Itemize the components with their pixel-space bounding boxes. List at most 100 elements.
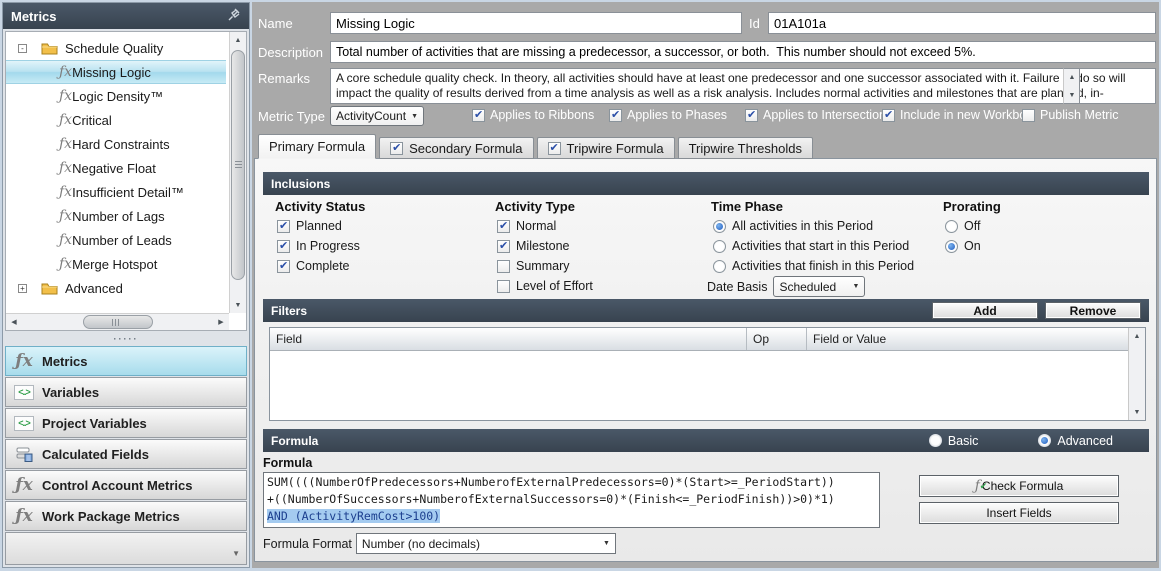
scroll-down-icon[interactable] — [1064, 87, 1080, 103]
metrics-tree: Schedule Quality Missing Logic Logic Den… — [5, 31, 247, 331]
planned-checkbox[interactable] — [277, 220, 290, 233]
applies-to-intersection-checkbox[interactable] — [745, 109, 758, 122]
id-input[interactable] — [768, 12, 1156, 34]
tree-folder-label: Advanced — [65, 281, 123, 296]
inclusions-header: Inclusions — [263, 172, 1149, 195]
activities-finish-radio[interactable] — [713, 260, 726, 273]
scroll-left-icon[interactable] — [6, 314, 22, 330]
scroll-up-icon[interactable] — [1064, 69, 1080, 85]
column-header-op[interactable]: Op — [747, 328, 807, 350]
column-header-field[interactable]: Field — [270, 328, 747, 350]
activity-type-heading: Activity Type — [495, 199, 575, 214]
include-in-new-workbook-checkbox[interactable] — [882, 109, 895, 122]
accordion-metrics[interactable]: Metrics — [5, 346, 247, 376]
activities-start-radio[interactable] — [713, 240, 726, 253]
folder-icon — [41, 42, 58, 55]
formula-textarea[interactable]: SUM((((NumberOfPredecessors+NumberofExte… — [263, 472, 880, 528]
applies-to-phases-checkbox[interactable] — [609, 109, 622, 122]
tree-item-number-of-lags[interactable]: Number of Lags — [6, 204, 228, 228]
remarks-label: Remarks — [258, 71, 310, 86]
scrollbar-grip — [235, 161, 242, 162]
filters-header: Filters Add Remove — [263, 299, 1149, 322]
remarks-scrollbar[interactable] — [1063, 68, 1080, 104]
advanced-radio[interactable] — [1038, 434, 1051, 447]
chevron-down-icon[interactable] — [232, 549, 240, 558]
scroll-down-icon[interactable] — [230, 297, 246, 313]
prorating-off-radio[interactable] — [945, 220, 958, 233]
scroll-up-icon[interactable] — [230, 32, 246, 48]
secondary-formula-checkbox[interactable] — [390, 142, 403, 155]
tree-item-logic-density[interactable]: Logic Density™ — [6, 84, 228, 108]
check-formula-button[interactable]: Check Formula — [919, 475, 1119, 497]
metrics-sidebar: Metrics Schedule Quality Missing Logic L… — [2, 2, 250, 568]
formula-format-dropdown[interactable]: Number (no decimals) — [356, 533, 616, 554]
accordion-work-package-metrics[interactable]: Work Package Metrics — [5, 501, 247, 531]
tab-primary-formula[interactable]: Primary Formula — [258, 134, 376, 159]
vertical-scrollbar-thumb[interactable] — [231, 50, 245, 280]
tree-item-merge-hotspot[interactable]: Merge Hotspot — [6, 252, 228, 276]
tree-item-number-of-leads[interactable]: Number of Leads — [6, 228, 228, 252]
add-filter-button[interactable]: Add — [932, 302, 1038, 319]
summary-checkbox[interactable] — [497, 260, 510, 273]
expand-expander-icon[interactable] — [18, 284, 27, 293]
applies-to-ribbons-checkbox[interactable] — [472, 109, 485, 122]
accordion-variables[interactable]: Variables — [5, 377, 247, 407]
horizontal-scrollbar-thumb[interactable] — [83, 315, 153, 329]
fx-icon — [14, 351, 34, 371]
description-input[interactable] — [330, 41, 1156, 63]
tree-folder-schedule-quality[interactable]: Schedule Quality — [6, 36, 228, 60]
tree-item-missing-logic[interactable]: Missing Logic — [6, 60, 226, 84]
prorating-on-radio[interactable] — [945, 240, 958, 253]
name-input[interactable] — [330, 12, 742, 34]
formula-format-row: Formula Format Number (no decimals) — [263, 533, 616, 554]
splitter-handle[interactable] — [5, 333, 247, 344]
collapse-expander-icon[interactable] — [18, 44, 27, 53]
tree-folder-advanced[interactable]: Advanced — [6, 276, 228, 300]
metric-type-dropdown[interactable]: ActivityCount — [330, 106, 424, 126]
remove-filter-button[interactable]: Remove — [1045, 302, 1141, 319]
tree-item-critical[interactable]: Critical — [6, 108, 228, 132]
metric-editor: Name Id Description Remarks A core sched… — [252, 2, 1159, 568]
calculated-fields-icon — [14, 447, 34, 462]
tab-tripwire-formula[interactable]: Tripwire Formula — [537, 137, 675, 159]
milestone-checkbox[interactable] — [497, 240, 510, 253]
normal-checkbox[interactable] — [497, 220, 510, 233]
all-activities-radio[interactable] — [713, 220, 726, 233]
publish-metric-checkbox[interactable] — [1022, 109, 1035, 122]
tab-secondary-formula[interactable]: Secondary Formula — [379, 137, 533, 159]
variables-icon — [14, 385, 34, 400]
include-in-new-workbook-option: Include in new Workbc — [882, 108, 1026, 122]
tree-view: Schedule Quality Missing Logic Logic Den… — [6, 36, 228, 312]
tree-item-insufficient-detail[interactable]: Insufficient Detail™ — [6, 180, 228, 204]
date-basis-label: Date Basis — [707, 280, 767, 294]
accordion-calculated-fields[interactable]: Calculated Fields — [5, 439, 247, 469]
basic-mode-option: Basic — [929, 434, 979, 448]
tripwire-formula-checkbox[interactable] — [548, 142, 561, 155]
tree-item-hard-constraints[interactable]: Hard Constraints — [6, 132, 228, 156]
level-of-effort-checkbox[interactable] — [497, 280, 510, 293]
tree-vertical-scrollbar[interactable] — [229, 32, 246, 313]
insert-fields-button[interactable]: Insert Fields — [919, 502, 1119, 524]
in-progress-checkbox[interactable] — [277, 240, 290, 253]
column-header-field-or-value[interactable]: Field or Value — [807, 328, 1128, 350]
complete-checkbox[interactable] — [277, 260, 290, 273]
fx-icon — [59, 208, 72, 224]
scroll-up-icon[interactable] — [1129, 328, 1145, 344]
basic-radio[interactable] — [929, 434, 942, 447]
scroll-right-icon[interactable] — [213, 314, 229, 330]
pin-icon[interactable] — [227, 8, 241, 25]
formula-line: +((NumberOfSuccessors+NumberofExternalSu… — [267, 491, 876, 508]
complete-option: Complete — [277, 259, 350, 273]
tree-item-negative-float[interactable]: Negative Float — [6, 156, 228, 180]
tab-tripwire-thresholds[interactable]: Tripwire Thresholds — [678, 137, 813, 159]
accordion-control-account-metrics[interactable]: Control Account Metrics — [5, 470, 247, 500]
formula-line: SUM((((NumberOfPredecessors+NumberofExte… — [267, 474, 876, 491]
tree-horizontal-scrollbar[interactable] — [6, 313, 229, 330]
scroll-down-icon[interactable] — [1129, 404, 1145, 420]
activities-finish-option: Activities that finish in this Period — [713, 259, 914, 273]
filters-scrollbar[interactable] — [1128, 328, 1145, 420]
date-basis-dropdown[interactable]: Scheduled — [773, 276, 865, 297]
accordion-project-variables[interactable]: Project Variables — [5, 408, 247, 438]
remarks-textarea[interactable]: A core schedule quality check. In theory… — [330, 68, 1156, 104]
chevron-down-icon — [603, 540, 610, 547]
